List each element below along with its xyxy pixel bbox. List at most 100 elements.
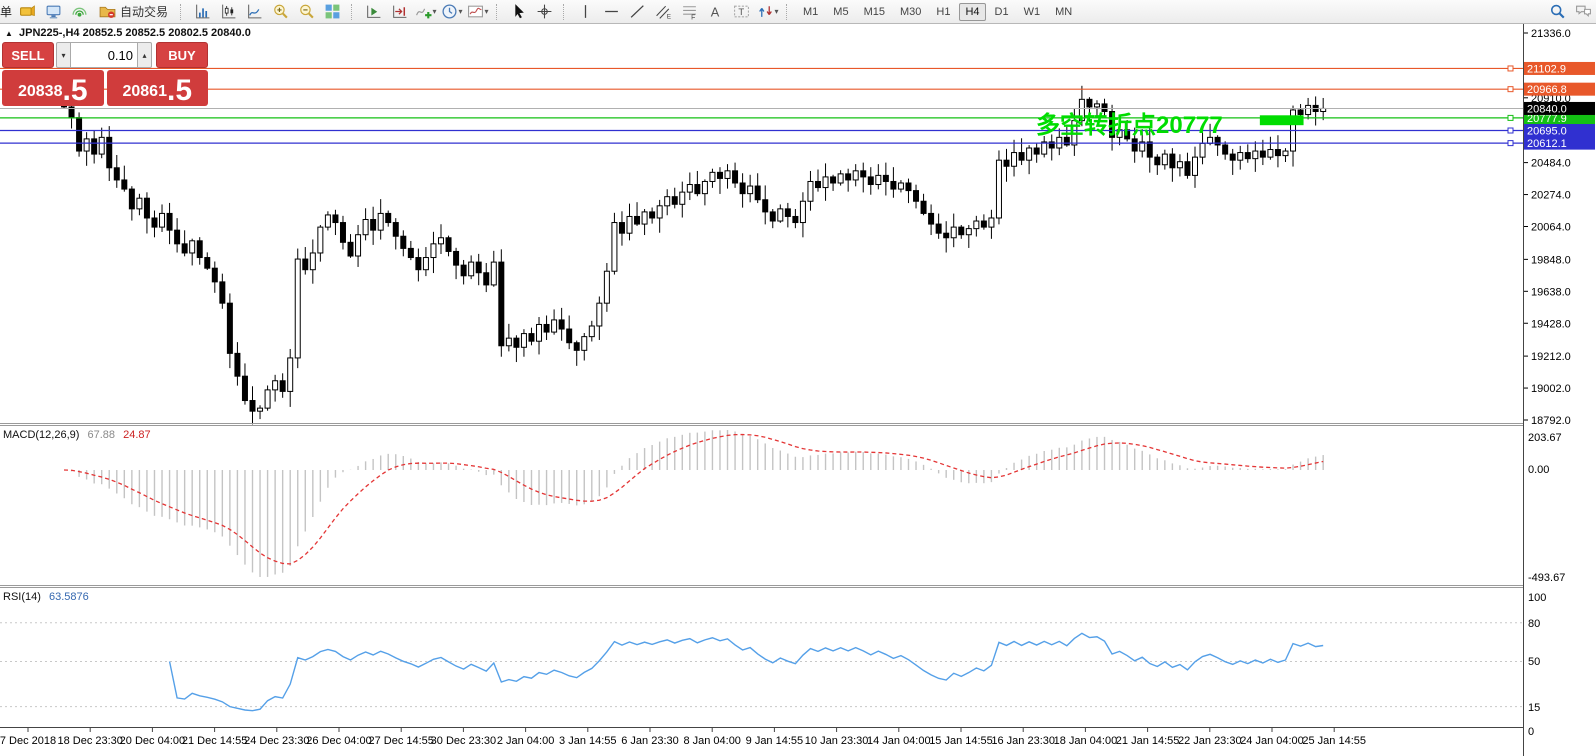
mt4-window: 21336.0 20910.0 20484.0 20274.0 20064.0 19848…	[0, 0, 1596, 756]
dropdown-caret-icon[interactable]: ▾	[459, 7, 463, 16]
svg-text:19848.0: 19848.0	[1531, 254, 1571, 266]
cursor-icon[interactable]	[506, 1, 531, 22]
svg-text:0.00: 0.00	[1528, 464, 1549, 476]
line-handle[interactable]	[1507, 127, 1514, 134]
arrows-icon[interactable]: ▾	[755, 1, 780, 22]
timeframe-m15[interactable]: M15	[858, 3, 891, 21]
buy-price-box[interactable]: 20861 .5	[106, 70, 208, 107]
annotation-rectangle[interactable]	[1259, 115, 1304, 126]
dropdown-caret-icon[interactable]: ▾	[485, 7, 489, 16]
svg-text:22 Jan 23:30: 22 Jan 23:30	[1178, 735, 1242, 747]
timeframe-h4[interactable]: H4	[959, 2, 986, 21]
vertical-line-icon[interactable]	[573, 1, 598, 22]
toolbar-separator	[180, 3, 186, 20]
svg-text:15: 15	[1528, 702, 1540, 714]
autotrading-button[interactable]: 自动交易	[93, 1, 174, 22]
volume-decrease-button[interactable]: ▾	[56, 42, 71, 68]
svg-text:20840.0: 20840.0	[1527, 103, 1567, 115]
terminal-icon[interactable]	[41, 1, 66, 22]
channel-icon[interactable]: E	[651, 1, 676, 22]
svg-text:100: 100	[1528, 592, 1546, 604]
timeframe-mn[interactable]: MN	[1049, 3, 1078, 21]
line-chart-icon[interactable]	[242, 1, 267, 22]
bar-chart-icon[interactable]	[190, 1, 215, 22]
fibonacci-icon[interactable]: F	[677, 1, 702, 22]
rsi-label: RSI(14) 63.5876	[3, 591, 89, 603]
svg-text:9 Jan 14:55: 9 Jan 14:55	[746, 735, 804, 747]
zoom-out-icon[interactable]	[294, 1, 319, 22]
chart-window-icon: ▲	[5, 29, 13, 38]
label-icon[interactable]: T	[729, 1, 754, 22]
svg-text:10 Jan 23:30: 10 Jan 23:30	[805, 735, 869, 747]
line-handle[interactable]	[1507, 86, 1514, 93]
svg-text:0: 0	[1528, 726, 1534, 738]
chart-shift-icon[interactable]	[387, 1, 412, 22]
dropdown-caret-icon[interactable]: ▾	[433, 7, 437, 16]
periods-icon[interactable]: ▾	[439, 1, 464, 22]
svg-text:203.67: 203.67	[1528, 432, 1562, 444]
sell-button[interactable]: SELL	[2, 42, 54, 68]
buy-button[interactable]: BUY	[156, 42, 208, 68]
trendline-icon[interactable]	[625, 1, 650, 22]
horizontal-line-icon[interactable]	[599, 1, 624, 22]
svg-text:20966.8: 20966.8	[1527, 84, 1567, 96]
auto-scroll-icon[interactable]	[361, 1, 386, 22]
svg-text:21336.0: 21336.0	[1531, 28, 1571, 40]
line-handle[interactable]	[1507, 65, 1514, 72]
timeframe-w1[interactable]: W1	[1018, 3, 1047, 21]
svg-text:20064.0: 20064.0	[1531, 222, 1571, 234]
macd-main-value: 67.88	[87, 429, 116, 441]
svg-text:E: E	[667, 13, 671, 20]
templates-icon[interactable]: ▾	[465, 1, 490, 22]
svg-text:8 Jan 04:00: 8 Jan 04:00	[683, 735, 741, 747]
timeframe-m30[interactable]: M30	[894, 3, 927, 21]
timeframe-h1[interactable]: H1	[930, 3, 956, 21]
timeframe-m1[interactable]: M1	[797, 3, 824, 21]
chart-title: ▲ JPN225-,H4 20852.5 20852.5 20802.5 208…	[5, 27, 251, 39]
svg-text:14 Jan 04:00: 14 Jan 04:00	[867, 735, 931, 747]
new-order-icon[interactable]	[15, 1, 40, 22]
volume-input[interactable]	[71, 42, 137, 68]
svg-text:F: F	[691, 14, 695, 20]
timeframe-m5[interactable]: M5	[827, 3, 854, 21]
svg-text:24 Jan 04:00: 24 Jan 04:00	[1240, 735, 1304, 747]
toolbar-separator	[351, 3, 357, 20]
zoom-in-icon[interactable]	[268, 1, 293, 22]
svg-text:6 Jan 23:30: 6 Jan 23:30	[621, 735, 679, 747]
new-order-button-cut[interactable]: 单	[0, 3, 14, 20]
volume-increase-button[interactable]: ▴	[137, 42, 152, 68]
symbol-period-label: JPN225-,H4	[18, 27, 80, 39]
signal-icon[interactable]	[67, 1, 92, 22]
svg-text:21102.9: 21102.9	[1527, 63, 1566, 75]
chart-canvas[interactable]: 21336.020910.020484.020274.020064.019848…	[0, 0, 1596, 756]
tile-windows-icon[interactable]	[320, 1, 345, 22]
chart-annotation-text[interactable]: 多空转折点20777	[1036, 105, 1223, 140]
crosshair-icon[interactable]	[532, 1, 557, 22]
macd-name: MACD(12,26,9)	[3, 429, 80, 441]
svg-text:T: T	[738, 7, 744, 18]
dropdown-caret-icon[interactable]: ▾	[775, 7, 779, 16]
svg-text:30 Dec 23:30: 30 Dec 23:30	[431, 735, 496, 747]
svg-text:18 Dec 23:30: 18 Dec 23:30	[57, 735, 122, 747]
svg-text:27 Dec 14:55: 27 Dec 14:55	[368, 735, 433, 747]
svg-text:21 Dec 14:55: 21 Dec 14:55	[182, 735, 247, 747]
text-icon[interactable]: A	[703, 1, 728, 22]
buy-price-int: 20861	[122, 83, 167, 100]
line-handle[interactable]	[1507, 114, 1514, 121]
macd-label: MACD(12,26,9) 67.88 24.87	[3, 429, 151, 441]
buy-price-dec: .5	[166, 73, 193, 107]
chat-icon[interactable]	[1571, 1, 1596, 22]
candlestick-chart-icon[interactable]	[216, 1, 241, 22]
timeframe-d1[interactable]: D1	[989, 3, 1015, 21]
svg-text:A: A	[711, 4, 720, 19]
svg-text:20695.0: 20695.0	[1527, 126, 1567, 138]
svg-text:21 Jan 14:55: 21 Jan 14:55	[1116, 735, 1180, 747]
macd-signal-value: 24.87	[123, 429, 151, 441]
search-icon[interactable]	[1545, 1, 1570, 22]
svg-text:19212.0: 19212.0	[1531, 351, 1571, 363]
svg-text:20274.0: 20274.0	[1531, 190, 1571, 202]
svg-text:25 Jan 14:55: 25 Jan 14:55	[1302, 735, 1366, 747]
indicators-icon[interactable]: ▾	[413, 1, 438, 22]
sell-price-box[interactable]: 20838 .5	[2, 70, 104, 106]
line-handle[interactable]	[1507, 140, 1514, 147]
